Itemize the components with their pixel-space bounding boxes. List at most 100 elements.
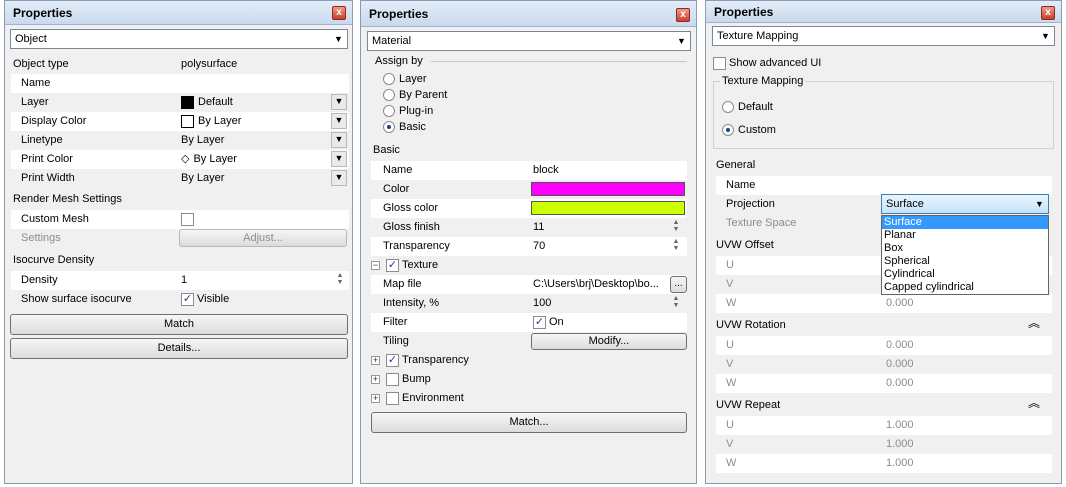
environment-node[interactable]: + Environment (371, 390, 464, 406)
texture-checkbox[interactable]: ✓ (386, 258, 399, 272)
close-icon[interactable]: x (332, 6, 346, 20)
filter-row[interactable]: Filter ✓ On (371, 313, 687, 332)
transparency-value: 70 (533, 240, 546, 252)
expand-icon[interactable]: + (371, 355, 380, 365)
repeat-w-value: 1.000 (886, 457, 914, 469)
collapse-icon[interactable]: − (371, 260, 380, 270)
custom-mesh-row[interactable]: Custom Mesh (11, 210, 349, 229)
display-color-swatch (181, 114, 194, 128)
mapping-default-option[interactable]: Default (722, 99, 773, 115)
radio-default[interactable] (722, 101, 734, 114)
projection-option-spherical[interactable]: Spherical (882, 255, 1048, 268)
environment-checkbox[interactable] (386, 391, 399, 405)
adjust-button[interactable]: Adjust... (179, 229, 347, 247)
layer-value: Default (181, 93, 233, 112)
projection-option-box[interactable]: Box (882, 242, 1048, 255)
category-dropdown[interactable]: Material ▼ (367, 31, 691, 51)
show-isocurve-checkbox[interactable]: ✓ (181, 292, 194, 306)
radio-layer[interactable] (383, 73, 395, 86)
projection-option-surface[interactable]: Surface (882, 216, 1048, 229)
offset-w-row: W 0.000 (716, 294, 1052, 313)
filter-checkbox[interactable]: ✓ (533, 315, 546, 329)
category-dropdown[interactable]: Object ▼ (10, 29, 348, 49)
texture-mapping-group (713, 81, 1054, 149)
expand-icon[interactable]: + (371, 393, 380, 403)
object-properties-panel: Properties x Object ▼ Object type polysu… (4, 0, 353, 484)
linetype-row[interactable]: Linetype By Layer ▼ (11, 131, 349, 150)
assign-plugin-option[interactable]: Plug-in (383, 103, 433, 119)
match-button[interactable]: Match... (371, 412, 687, 433)
gloss-finish-spinner-icon[interactable]: ▲ ▼ (669, 219, 683, 235)
print-color-row[interactable]: Print Color ◇ By Layer ▼ (11, 150, 349, 169)
radio-by-parent[interactable] (383, 89, 395, 102)
panel-titlebar: Properties x (5, 1, 352, 25)
assign-basic-option[interactable]: Basic (383, 119, 426, 135)
transparency-node-checkbox[interactable]: ✓ (386, 353, 399, 367)
color-row[interactable]: Color (371, 180, 687, 199)
repeat-v-row: V 1.000 (716, 435, 1052, 454)
intensity-label: Intensity, % (383, 297, 440, 309)
chevron-down-icon: ▼ (1035, 199, 1044, 209)
projection-option-cylindrical[interactable]: Cylindrical (882, 268, 1048, 281)
custom-mesh-checkbox[interactable] (181, 212, 194, 226)
general-header: General (716, 159, 756, 171)
gloss-color-row[interactable]: Gloss color (371, 199, 687, 218)
display-color-dropdown-icon[interactable]: ▼ (331, 113, 347, 129)
transparency-row[interactable]: Transparency 70 ▲ ▼ (371, 237, 687, 256)
assign-layer-option[interactable]: Layer (383, 71, 427, 87)
expand-icon[interactable]: + (371, 374, 380, 384)
density-spinner-icon[interactable]: ▲ ▼ (333, 272, 347, 288)
projection-dropdown-value: Surface (886, 198, 924, 210)
print-color-dropdown-icon[interactable]: ▼ (331, 151, 347, 167)
show-isocurve-row[interactable]: Show surface isocurve ✓ Visible (11, 290, 349, 309)
radio-plug-in[interactable] (383, 105, 395, 118)
transparency-node[interactable]: + ✓ Transparency (371, 352, 469, 368)
texture-node[interactable]: − ✓ Texture (371, 257, 438, 273)
gloss-color-label: Gloss color (383, 202, 439, 214)
gloss-finish-row[interactable]: Gloss finish 11 ▲ ▼ (371, 218, 687, 237)
show-advanced-checkbox[interactable] (713, 56, 726, 70)
gloss-color-swatch[interactable] (531, 201, 685, 215)
mapping-name-row[interactable]: Name (716, 176, 1052, 195)
layer-dropdown-icon[interactable]: ▼ (331, 94, 347, 110)
rotation-w-row: W 0.000 (716, 374, 1052, 393)
projection-option-planar[interactable]: Planar (882, 229, 1048, 242)
collapse-icon[interactable]: ︽ (1028, 395, 1040, 411)
print-width-row[interactable]: Print Width By Layer ▼ (11, 169, 349, 188)
modify-button[interactable]: Modify... (531, 333, 687, 350)
intensity-row[interactable]: Intensity, % 100 ▲ ▼ (371, 294, 687, 313)
name-row[interactable]: Name (11, 74, 349, 93)
diamond-icon: ◇ (181, 153, 190, 165)
transparency-spinner-icon[interactable]: ▲ ▼ (669, 238, 683, 254)
show-advanced-option[interactable]: Show advanced UI (713, 55, 821, 71)
name-label: Name (21, 77, 51, 89)
close-icon[interactable]: x (1041, 6, 1055, 20)
transparency-label: Transparency (383, 240, 450, 252)
map-file-row[interactable]: Map file C:\Users\brj\Desktop\bo... ... (371, 275, 687, 294)
projection-option-capped-cylindrical[interactable]: Capped cylindrical (882, 281, 1048, 294)
radio-basic[interactable] (383, 121, 395, 134)
bump-node[interactable]: + Bump (371, 371, 431, 387)
radio-custom[interactable] (722, 124, 734, 137)
print-width-dropdown-icon[interactable]: ▼ (331, 170, 347, 186)
display-color-row[interactable]: Display Color By Layer ▼ (11, 112, 349, 131)
repeat-u-label: U (726, 419, 734, 431)
collapse-icon[interactable]: ︽ (1028, 315, 1040, 331)
match-button[interactable]: Match (10, 314, 348, 335)
details-button[interactable]: Details... (10, 338, 348, 359)
intensity-spinner-icon[interactable]: ▲ ▼ (669, 295, 683, 311)
mapping-custom-option[interactable]: Custom (722, 122, 776, 138)
layer-row[interactable]: Layer Default ▼ (11, 93, 349, 112)
projection-dropdown[interactable]: Surface ▼ (881, 194, 1049, 214)
tiling-row[interactable]: Tiling Modify... (371, 332, 687, 351)
browse-button[interactable]: ... (670, 276, 687, 293)
material-name-row[interactable]: Name block (371, 161, 687, 180)
bump-checkbox[interactable] (386, 372, 399, 386)
assign-parent-option[interactable]: By Parent (383, 87, 447, 103)
close-icon[interactable]: x (676, 8, 690, 22)
tiling-label: Tiling (383, 335, 409, 347)
linetype-dropdown-icon[interactable]: ▼ (331, 132, 347, 148)
color-swatch[interactable] (531, 182, 685, 196)
category-dropdown[interactable]: Texture Mapping ▼ (712, 26, 1055, 46)
density-row[interactable]: Density 1 ▲ ▼ (11, 271, 349, 290)
